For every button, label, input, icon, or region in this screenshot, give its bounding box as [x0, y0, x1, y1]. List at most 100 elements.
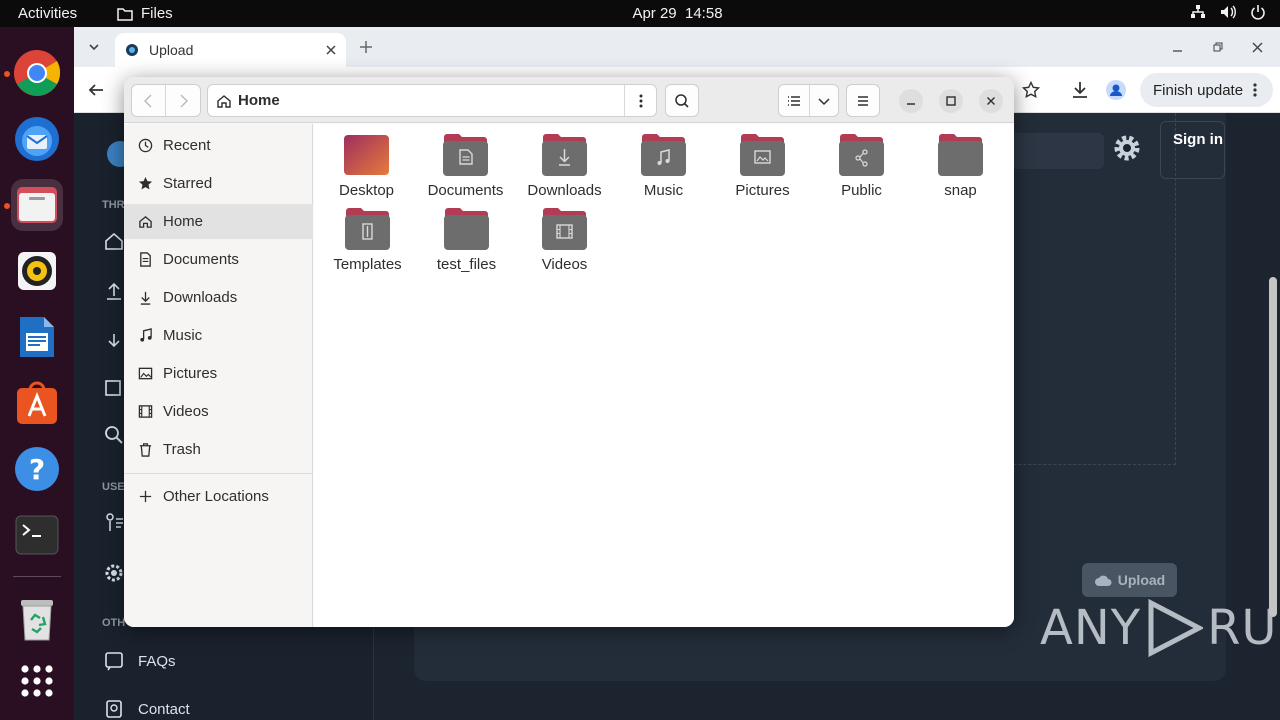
sidebar-item-home[interactable]: Home: [124, 204, 313, 239]
dock-separator: [13, 576, 61, 577]
sidebar-item-videos[interactable]: Videos: [124, 394, 313, 429]
sidebar-label: Documents: [163, 251, 239, 268]
time-label: 14:58: [685, 5, 723, 22]
sidebar-label: Downloads: [163, 289, 238, 306]
folder-snap[interactable]: snap: [911, 133, 1010, 205]
picture-icon: [138, 367, 153, 380]
dock-terminal[interactable]: [11, 509, 63, 561]
places-sidebar: Recent Starred Home Documents Downloads …: [124, 124, 313, 627]
sidebar-item-music[interactable]: Music: [124, 318, 313, 353]
contact-icon: [106, 700, 122, 718]
tab-title: Upload: [149, 42, 194, 58]
files-icon: [17, 187, 57, 223]
home-icon[interactable]: [104, 231, 124, 251]
upload-button[interactable]: Upload: [1082, 563, 1177, 597]
search-button[interactable]: [665, 84, 699, 117]
music-icon: [140, 328, 152, 342]
minimize-icon[interactable]: [1172, 43, 1183, 54]
clock[interactable]: Apr 29 14:58: [0, 5, 1280, 22]
api-icon[interactable]: [104, 513, 124, 533]
volume-icon: [1221, 5, 1236, 19]
dock-thunderbird[interactable]: [11, 113, 63, 165]
dock-help[interactable]: ?: [11, 443, 63, 495]
templates-folder-icon: [345, 208, 390, 250]
section-label: THR: [102, 199, 125, 211]
contact-link[interactable]: Contact: [104, 699, 190, 719]
folder-test-files[interactable]: test_files: [417, 207, 516, 279]
report-icon[interactable]: [104, 378, 124, 398]
faqs-link[interactable]: FAQs: [104, 651, 176, 671]
go-back-icon: [143, 94, 151, 107]
back-icon[interactable]: [88, 82, 104, 98]
folder-music[interactable]: Music: [614, 133, 713, 205]
sidebar-item-documents[interactable]: Documents: [124, 242, 313, 277]
close-button[interactable]: [979, 89, 1003, 113]
sidebar-item-recent[interactable]: Recent: [124, 128, 313, 163]
tab-strip: Upload: [74, 27, 1280, 67]
maximize-button[interactable]: [939, 89, 963, 113]
site-favicon-icon: [126, 44, 138, 56]
upload-icon[interactable]: [104, 281, 124, 301]
breadcrumb-home[interactable]: Home: [208, 92, 624, 109]
running-indicator: [4, 203, 10, 209]
sidebar-item-pictures[interactable]: Pictures: [124, 356, 313, 391]
system-tray[interactable]: [1190, 4, 1266, 20]
close-icon[interactable]: [1252, 42, 1263, 53]
faq-icon: [105, 652, 123, 671]
sidebar-item-starred[interactable]: Starred: [124, 166, 313, 201]
folder-downloads[interactable]: Downloads: [515, 133, 614, 205]
dock-files[interactable]: [11, 179, 63, 231]
sidebar-label: Starred: [163, 175, 213, 192]
folder-label: Documents: [427, 182, 504, 199]
list-view-button[interactable]: [779, 85, 811, 116]
folder-desktop[interactable]: Desktop: [317, 133, 416, 205]
downloads-folder-icon: [542, 134, 587, 176]
restore-icon[interactable]: [1212, 42, 1223, 53]
document-icon: [140, 252, 151, 267]
star-icon: [138, 176, 153, 190]
profile-icon[interactable]: [1106, 80, 1126, 100]
tab-search-icon[interactable]: [88, 41, 100, 53]
folder-videos[interactable]: Videos: [515, 207, 614, 279]
close-tab-icon[interactable]: [326, 45, 336, 55]
settings-icon[interactable]: [104, 563, 124, 583]
downloads-icon[interactable]: [1071, 81, 1089, 99]
folder-documents[interactable]: Documents: [416, 133, 515, 205]
sidebar-item-trash[interactable]: Trash: [124, 432, 313, 467]
dock-show-apps[interactable]: [11, 655, 63, 707]
page-scrollbar[interactable]: [1269, 277, 1277, 617]
list-view-icon: [788, 95, 801, 106]
dock-rhythmbox[interactable]: [11, 245, 63, 297]
back-button[interactable]: [132, 85, 167, 116]
location-menu-button[interactable]: [624, 85, 656, 116]
dock-trash[interactable]: [11, 593, 63, 645]
forward-button[interactable]: [166, 85, 200, 116]
sidebar-item-other-locations[interactable]: Other Locations: [124, 479, 313, 514]
folder-pictures[interactable]: Pictures: [713, 133, 812, 205]
dock-chrome[interactable]: [11, 47, 63, 99]
dock-software[interactable]: [11, 377, 63, 429]
sidebar-item-downloads[interactable]: Downloads: [124, 280, 313, 315]
new-tab-icon[interactable]: [359, 40, 373, 54]
network-icon: [1191, 5, 1205, 18]
minimize-button[interactable]: [899, 89, 923, 113]
site-logo-icon[interactable]: [104, 139, 126, 169]
site-search-bar[interactable]: [1014, 133, 1104, 169]
folder-public[interactable]: Public: [812, 133, 911, 205]
folder-templates[interactable]: Templates: [318, 207, 417, 279]
view-dropdown-button[interactable]: [810, 85, 838, 116]
location-bar[interactable]: Home: [207, 84, 657, 117]
bookmark-star-icon[interactable]: [1022, 81, 1040, 99]
tab-upload[interactable]: Upload: [115, 33, 346, 67]
finish-update-button[interactable]: Finish update: [1140, 73, 1273, 107]
search-icon: [675, 93, 689, 108]
sign-in-button[interactable]: Sign in: [1160, 121, 1225, 179]
settings-gear-icon[interactable]: [1112, 133, 1142, 163]
dock-writer[interactable]: [11, 311, 63, 363]
download-icon[interactable]: [104, 331, 124, 351]
section-label: USE: [102, 481, 125, 493]
sidebar-label: Trash: [163, 441, 201, 458]
search-icon[interactable]: [104, 425, 124, 445]
clock-icon: [138, 138, 153, 153]
main-menu-button[interactable]: [846, 84, 880, 117]
